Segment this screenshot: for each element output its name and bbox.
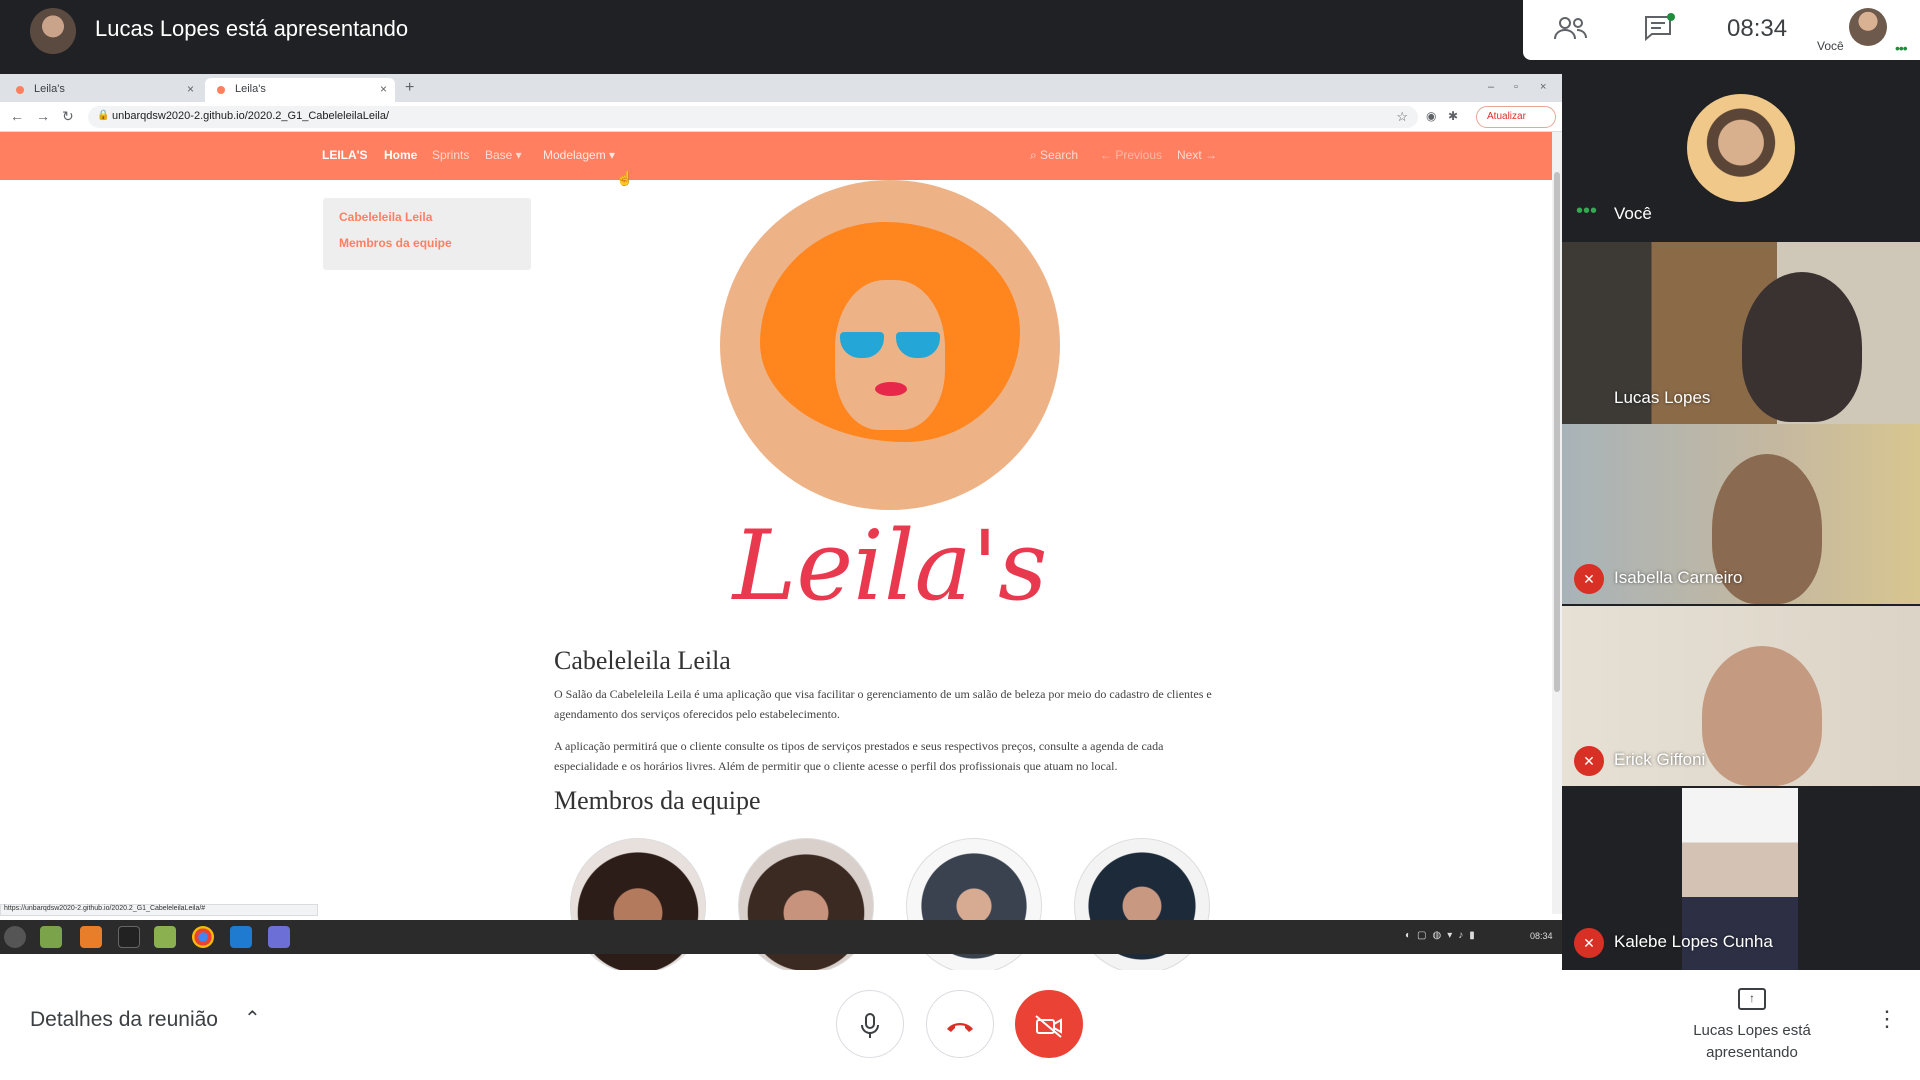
nav-search[interactable]: ⌕ Search [1030, 148, 1078, 163]
os-menu-icon[interactable] [4, 926, 26, 948]
participant-tile[interactable]: Lucas Lopes [1562, 242, 1920, 424]
main-content: Cabeleleila Leila O Salão da Cabeleleila… [554, 646, 1224, 788]
mic-off-icon: ✕ [1574, 928, 1604, 958]
taskbar-clock: 08:34 [1530, 931, 1553, 941]
nav-modelagem-dropdown[interactable]: Modelagem ▾ [543, 148, 615, 162]
logo-circle [720, 180, 1060, 510]
team-heading: Membros da equipe [554, 786, 761, 815]
browser-tab-active[interactable]: Leila's × [205, 78, 395, 102]
present-status-label[interactable]: Lucas Lopes está apresentando [1670, 1020, 1834, 1064]
tab-title: Leila's [34, 83, 65, 95]
files-icon[interactable] [40, 926, 62, 948]
tab-close-icon[interactable]: × [187, 82, 194, 96]
scrollbar-thumb[interactable] [1554, 172, 1560, 692]
meeting-details-button[interactable]: Detalhes da reunião [30, 1008, 218, 1032]
participant-tile[interactable]: ✕ Erick Giffoni [1562, 606, 1920, 786]
participant-name: Kalebe Lopes Cunha [1614, 932, 1773, 951]
chat-notification-dot [1667, 13, 1675, 21]
intro-paragraph: O Salão da Cabeleleila Leila é uma aplic… [554, 687, 1212, 721]
more-vert-icon[interactable]: ⋮ [1876, 1006, 1898, 1032]
new-tab-button[interactable]: + [405, 79, 414, 97]
logo-lips [875, 382, 907, 396]
tab-favicon-icon [16, 86, 24, 94]
shared-screen: Leila's × Leila's × + – ▫ × ← → ↻ 🔒 unba… [0, 74, 1562, 974]
mic-off-icon: ✕ [1574, 564, 1604, 594]
meeting-top-bar: Lucas Lopes está apresentando 08:34 Você… [0, 0, 1920, 70]
vscode-icon[interactable] [230, 926, 252, 948]
self-speaking-dots: ••• [1576, 200, 1598, 222]
participant-tile[interactable]: ✕ Kalebe Lopes Cunha [1562, 788, 1920, 970]
minimize-button[interactable]: – [1488, 81, 1494, 93]
url-text: unbarqdsw2020-2.github.io/2020.2_G1_Cabe… [112, 110, 390, 122]
nav-next[interactable]: Next → [1177, 148, 1217, 162]
camera-off-icon[interactable] [1015, 990, 1083, 1058]
forward-arrow-icon[interactable]: → [36, 108, 50, 124]
browser-tab-strip: Leila's × Leila's × + – ▫ × [0, 74, 1562, 102]
folder-icon[interactable] [154, 926, 176, 948]
maximize-button[interactable]: ▫ [1514, 81, 1518, 93]
back-arrow-icon[interactable]: ← [10, 108, 24, 124]
toc-link[interactable]: Cabeleleila Leila [339, 210, 515, 224]
site-navbar: LEILA'S Home Sprints Base ▾ Modelagem ▾ … [0, 132, 1552, 180]
puzzle-icon[interactable]: ✱ [1448, 109, 1458, 123]
page-scrollbar[interactable] [1552, 132, 1562, 914]
status-bar-url: https://unbarqdsw2020-2.github.io/2020.2… [0, 904, 318, 916]
mic-off-icon: ✕ [1574, 746, 1604, 776]
people-icon[interactable] [1553, 15, 1587, 41]
nav-base-dropdown[interactable]: Base ▾ [485, 148, 522, 162]
meeting-controls-bar: Detalhes da reunião ⌃ ↑ Lucas Lopes está… [0, 970, 1920, 1080]
self-tile[interactable]: ••• Você [1562, 70, 1920, 240]
chrome-icon[interactable] [192, 926, 214, 948]
table-of-contents: Cabeleleila Leila Membros da equipe [323, 198, 531, 270]
os-taskbar: ◐▢◍▾♪▮ 08:34 [0, 920, 1562, 954]
participant-name: Isabella Carneiro [1614, 568, 1743, 587]
nav-previous[interactable]: ← Previous [1100, 148, 1162, 162]
chevron-up-icon[interactable]: ⌃ [244, 1006, 261, 1031]
address-bar[interactable]: 🔒 unbarqdsw2020-2.github.io/2020.2_G1_Ca… [88, 106, 1418, 128]
mouse-cursor-icon: ☝ [616, 170, 634, 186]
present-icon[interactable]: ↑ [1738, 988, 1766, 1010]
site-brand[interactable]: LEILA'S [322, 148, 368, 162]
meeting-clock: 08:34 [1727, 15, 1788, 42]
tab-close-icon[interactable]: × [380, 82, 387, 96]
browser-tab[interactable]: Leila's × [4, 78, 202, 102]
nav-home[interactable]: Home [384, 148, 417, 162]
meeting-info-card: 08:34 Você ••• [1523, 0, 1920, 60]
terminal-icon[interactable] [118, 926, 140, 948]
update-button[interactable]: Atualizar [1476, 106, 1556, 128]
participant-video [1742, 272, 1862, 422]
hangup-icon[interactable] [926, 990, 994, 1058]
window-close-button[interactable]: × [1540, 81, 1546, 93]
reload-icon[interactable]: ↻ [62, 108, 74, 125]
tab-favicon-icon [217, 86, 225, 94]
participant-video [1702, 646, 1822, 786]
lock-icon: 🔒 [97, 110, 110, 121]
system-tray-icons[interactable]: ◐▢◍▾♪▮ [1405, 930, 1481, 941]
page-title: Cabeleleila Leila [554, 646, 731, 675]
self-mini-label: Você [1817, 39, 1844, 53]
toc-link[interactable]: Membros da equipe [339, 236, 515, 250]
self-speaking-dots: ••• [1895, 40, 1908, 56]
participant-name: Lucas Lopes [1614, 388, 1711, 407]
leilas-logo: Leila's [700, 180, 1100, 650]
self-avatar [1687, 94, 1795, 202]
nav-sprints[interactable]: Sprints [432, 148, 469, 162]
mic-icon[interactable] [836, 990, 904, 1058]
intro-paragraph: A aplicação permitirá que o cliente cons… [554, 739, 1164, 773]
software-center-icon[interactable] [80, 926, 102, 948]
browser-toolbar: ← → ↻ 🔒 unbarqdsw2020-2.github.io/2020.2… [0, 102, 1562, 132]
presenter-avatar [30, 8, 76, 54]
self-mini-avatar [1849, 8, 1887, 46]
participant-tile[interactable]: ✕ Isabella Carneiro [1562, 424, 1920, 604]
participant-name: Erick Giffoni [1614, 750, 1706, 769]
bookmark-star-icon[interactable]: ☆ [1396, 109, 1408, 125]
extension-icon[interactable]: ◉ [1426, 109, 1436, 123]
self-name: Você [1614, 204, 1652, 223]
text-editor-icon[interactable] [268, 926, 290, 948]
tab-title: Leila's [235, 83, 266, 95]
logo-wordmark: Leila's [732, 510, 1048, 622]
presenter-banner: Lucas Lopes está apresentando [95, 16, 409, 41]
